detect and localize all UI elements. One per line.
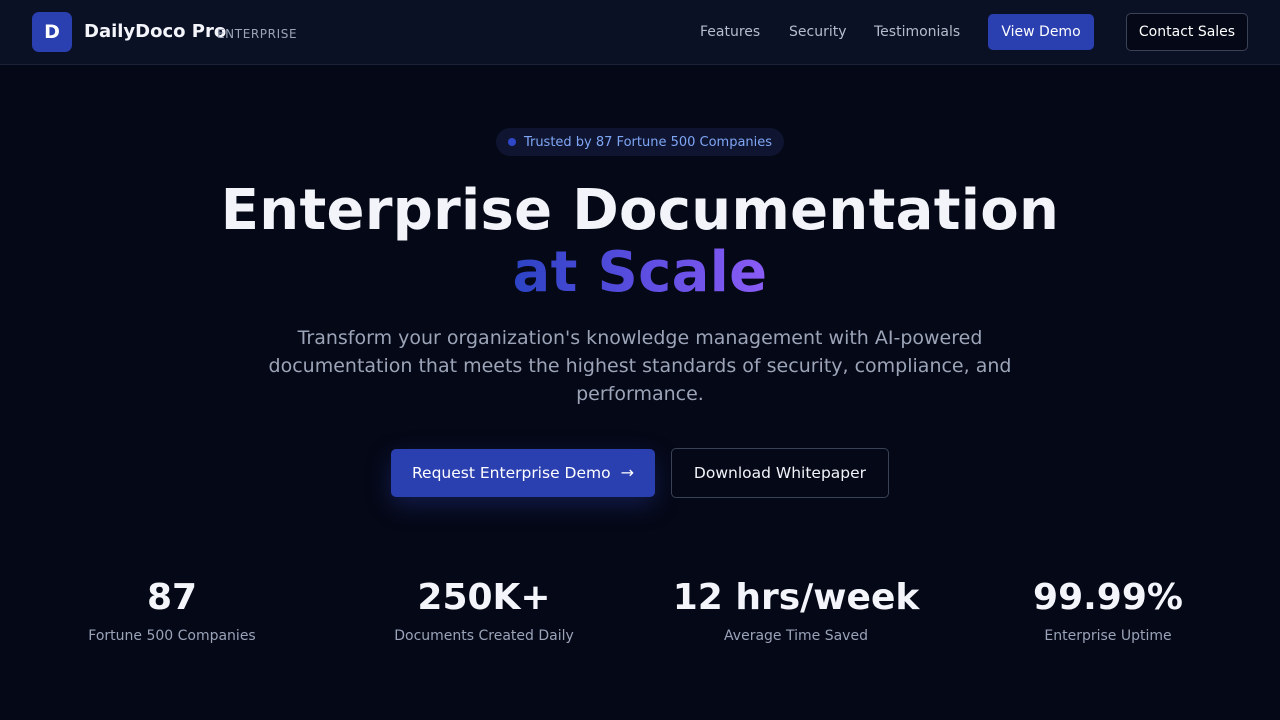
contact-sales-button[interactable]: Contact Sales [1126, 13, 1248, 51]
stat-label: Average Time Saved [724, 628, 868, 644]
trust-badge: Trusted by 87 Fortune 500 Companies [496, 128, 784, 156]
download-whitepaper-button[interactable]: Download Whitepaper [671, 448, 889, 498]
stat-item: 250K+ Documents Created Daily [328, 576, 640, 644]
nav-link-features[interactable]: Features [700, 22, 760, 42]
hero-title: Enterprise Documentation at Scale [0, 180, 1280, 304]
stat-label: Fortune 500 Companies [88, 628, 256, 644]
logo-icon[interactable]: D [32, 12, 72, 52]
stat-label: Enterprise Uptime [1044, 628, 1172, 644]
stat-label: Documents Created Daily [394, 628, 574, 644]
arrow-right-icon: → [620, 463, 634, 482]
stat-item: 12 hrs/week Average Time Saved [640, 576, 952, 644]
stat-value: 99.99% [1033, 577, 1183, 618]
view-demo-button[interactable]: View Demo [988, 14, 1094, 50]
stat-value: 250K+ [417, 577, 551, 618]
stat-item: 87 Fortune 500 Companies [16, 576, 328, 644]
nav-link-testimonials[interactable]: Testimonials [874, 22, 960, 42]
stat-value: 87 [146, 577, 198, 618]
stat-item: 99.99% Enterprise Uptime [952, 576, 1264, 644]
stat-value: 12 hrs/week [672, 577, 920, 618]
status-dot-icon [507, 138, 516, 146]
hero-title-line1: Enterprise Documentation [220, 178, 1060, 243]
nav-link-security[interactable]: Security [789, 22, 847, 42]
request-demo-label: Request Enterprise Demo [411, 464, 611, 482]
brand-name[interactable]: DailyDoco Pro [84, 20, 226, 44]
trust-badge-text: Trusted by 87 Fortune 500 Companies [523, 134, 773, 150]
hero-title-accent: at Scale [512, 240, 768, 305]
hero-subtitle: Transform your organization's knowledge … [268, 327, 1012, 405]
brand-tag: ENTERPRISE [217, 27, 298, 41]
site-header: D DailyDoco Pro ENTERPRISE Features Secu… [0, 0, 1280, 65]
request-demo-button[interactable]: Request Enterprise Demo → [391, 449, 655, 497]
